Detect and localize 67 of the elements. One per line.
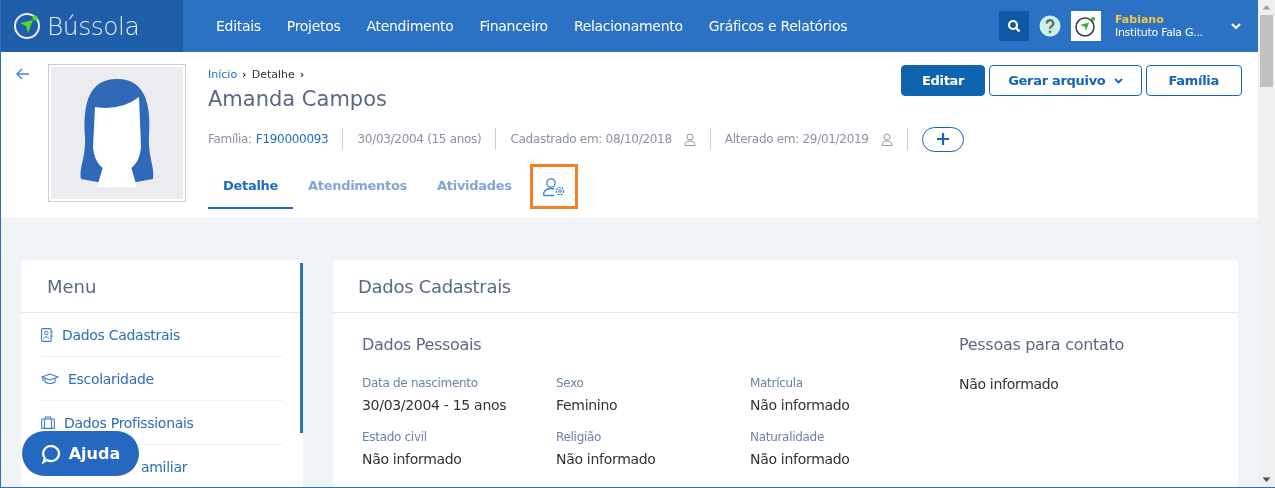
person-icon[interactable] <box>880 132 893 146</box>
menu-item[interactable]: amiliar <box>141 458 188 475</box>
search-icon <box>1007 19 1021 33</box>
speech-bubble-icon <box>40 443 61 464</box>
breadcrumb-current: Detalhe <box>251 68 295 81</box>
plus-icon <box>936 133 949 145</box>
app-logo-text[interactable]: Bússola <box>47 11 140 41</box>
field-label: Matrícula <box>750 376 804 390</box>
scroll-up-icon[interactable] <box>1262 4 1271 10</box>
breadcrumb-separator: › <box>242 68 247 81</box>
tab[interactable]: Detalhe <box>208 164 294 209</box>
chevron-down-icon[interactable] <box>1231 22 1241 30</box>
briefcase-icon <box>41 416 55 429</box>
chevron-down-icon <box>1113 77 1123 84</box>
menu-scrollbar[interactable] <box>300 263 303 433</box>
user-name[interactable]: Fabiano <box>1115 13 1227 26</box>
meta-text: Alterado em: 29/01/2019 <box>724 132 869 146</box>
menu-item[interactable]: Escolaridade <box>41 370 154 387</box>
organization-avatar[interactable] <box>1071 11 1101 41</box>
field-label: Estado civil <box>362 430 428 444</box>
compass-logo-icon <box>13 12 41 40</box>
nav-link[interactable]: Editais <box>203 18 274 34</box>
section-title: Dados Pessoais <box>362 335 483 354</box>
action-button[interactable]: Editar <box>900 65 986 96</box>
scrollbar-thumb[interactable] <box>1260 15 1273 87</box>
nav-link[interactable]: Atendimento <box>353 18 467 34</box>
menu-item[interactable]: Dados Profissionais <box>41 414 194 431</box>
field-label: Religião <box>556 430 603 444</box>
field-label: Data de nascimento <box>362 376 479 390</box>
graduation-cap-icon <box>41 372 59 385</box>
search-button[interactable] <box>999 11 1029 41</box>
family-label: Família: <box>208 132 252 146</box>
nav-link[interactable]: Projetos <box>273 18 354 34</box>
field-value: 30/03/2004 - 15 anos <box>362 397 508 413</box>
field-value: Não informado <box>959 376 1060 392</box>
field-value: Não informado <box>556 451 657 467</box>
person-icon[interactable] <box>683 132 696 146</box>
nav-link[interactable]: Financeiro <box>466 18 561 34</box>
meta-text: Cadastrado em: 08/10/2018 <box>510 132 672 146</box>
card-title: Dados Cadastrais <box>333 260 1238 313</box>
user-settings-icon <box>541 176 566 197</box>
user-settings-tab[interactable] <box>529 164 578 209</box>
field-value: Não informado <box>750 451 851 467</box>
field-value: Feminino <box>556 397 619 413</box>
scroll-down-icon[interactable] <box>1262 477 1271 483</box>
scrollbar[interactable] <box>1258 0 1275 487</box>
contact-card-icon <box>41 327 53 342</box>
person-name: Amanda Campos <box>208 87 388 111</box>
nav-link[interactable]: Gráficos e Relatórios <box>695 18 861 34</box>
breadcrumb-separator: › <box>299 68 305 81</box>
field-value: Não informado <box>750 397 851 413</box>
menu-item[interactable]: Dados Cadastrais <box>41 326 180 343</box>
field-label: Naturalidade <box>750 430 825 444</box>
breadcrumb-link[interactable]: Início <box>208 68 238 81</box>
meta-text: 30/03/2004 (15 anos) <box>357 132 482 146</box>
family-link[interactable]: F190000093 <box>255 132 329 146</box>
field-value: Não informado <box>362 451 463 467</box>
field-label: Sexo <box>556 376 585 390</box>
action-button[interactable]: Família <box>1145 65 1242 96</box>
section-title: Pessoas para contato <box>959 335 1124 354</box>
add-button[interactable] <box>921 126 964 152</box>
user-organization[interactable]: Instituto Fala G... <box>1115 26 1227 39</box>
nav-link[interactable]: Relacionamento <box>560 18 696 34</box>
back-arrow-icon[interactable] <box>16 68 30 80</box>
help-chat-button[interactable]: Ajuda <box>22 431 139 476</box>
help-icon[interactable] <box>1039 15 1061 37</box>
action-button[interactable]: Gerar arquivo <box>989 65 1142 96</box>
